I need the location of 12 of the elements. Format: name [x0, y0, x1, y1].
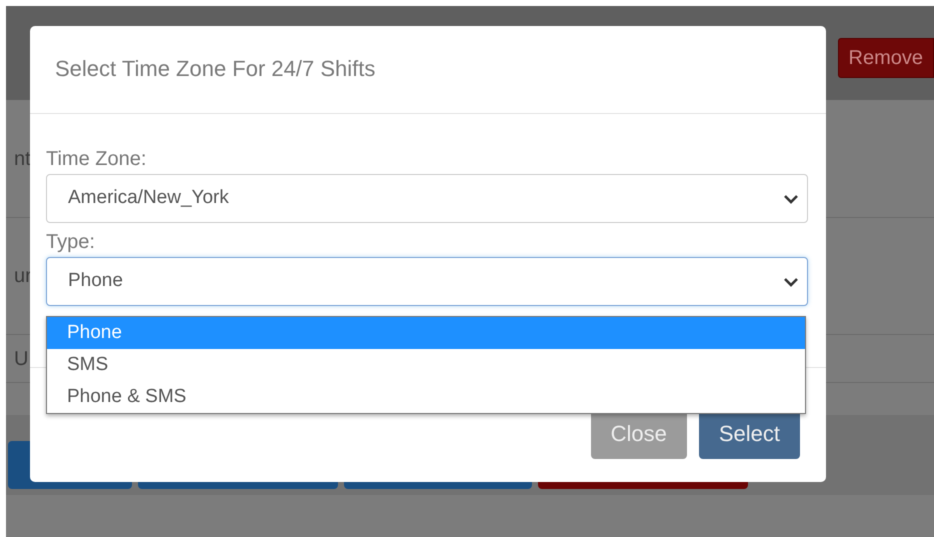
text-fragment: nt	[14, 146, 31, 172]
modal-title: Select Time Zone For 24/7 Shifts	[55, 56, 376, 83]
text-fragment: ur	[14, 264, 32, 289]
select-field[interactable]: Phone	[46, 257, 808, 306]
remove-button[interactable]: Remove	[838, 38, 934, 78]
chevron-down-icon	[783, 194, 799, 204]
text-fragment: U	[14, 346, 28, 372]
select-field[interactable]: America/New_York	[46, 174, 808, 223]
dropdown-option[interactable]: SMS	[47, 349, 805, 381]
field-label: Type:	[46, 231, 96, 253]
chevron-down-icon	[783, 276, 799, 286]
field-label: Time Zone:	[46, 148, 148, 170]
